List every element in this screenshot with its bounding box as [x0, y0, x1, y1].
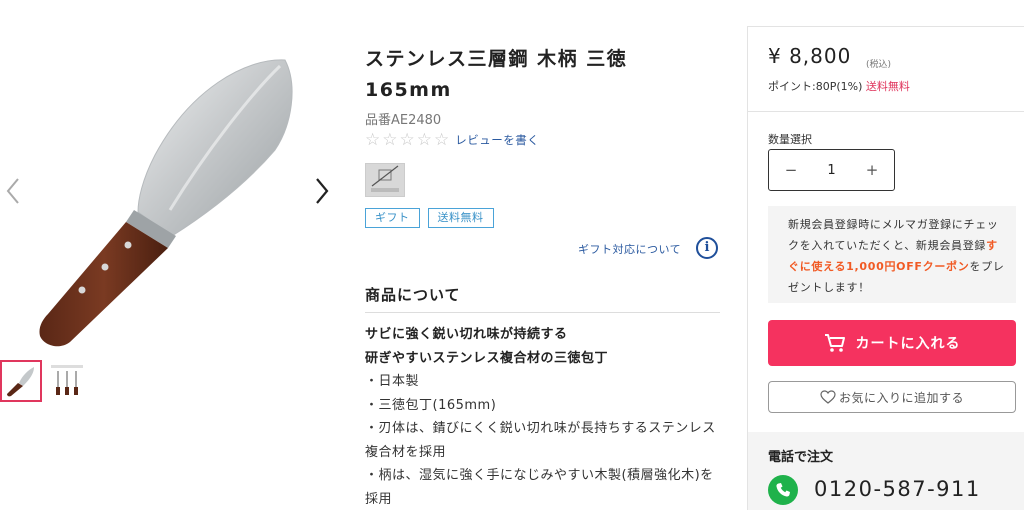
description-lead: 研ぎやすいステンレス複合材の三徳包丁 — [365, 350, 609, 366]
points-info: ポイント:80P(1%) 送料無料 — [768, 78, 910, 94]
product-description: サビに強く鋭い切れ味が持続する 研ぎやすいステンレス複合材の三徳包丁 ・日本製 … — [365, 323, 720, 510]
chevron-right-icon[interactable] — [310, 176, 334, 206]
minus-icon[interactable]: − — [783, 161, 799, 179]
heart-icon — [820, 390, 836, 404]
star-empty-icon: ☆ — [382, 130, 398, 150]
shipping-free-text: 送料無料 — [865, 80, 910, 93]
product-sku: 品番AE2480 — [365, 113, 442, 128]
plus-icon[interactable]: + — [864, 161, 880, 179]
thumbnail-strip — [0, 360, 88, 402]
no-dishwasher-icon — [365, 163, 405, 197]
product-title: ステンレス三層鋼 木柄 三徳165mm — [365, 48, 628, 101]
thumbnail-knife[interactable] — [0, 360, 42, 402]
favorite-button-label: お気に入りに追加する — [838, 390, 964, 405]
quantity-stepper: − + — [768, 149, 895, 191]
gift-badge: ギフト — [365, 208, 420, 228]
cart-icon — [824, 334, 845, 352]
product-badges: ギフト 送料無料 — [365, 208, 494, 228]
star-empty-icon: ☆ — [416, 130, 432, 150]
phone-number[interactable]: 0120-587-911 — [814, 477, 981, 501]
write-review-link[interactable]: レビューを書く — [455, 132, 539, 148]
chevron-left-icon[interactable] — [2, 176, 26, 206]
quantity-label: 数量選択 — [768, 133, 812, 146]
info-icon[interactable]: i — [696, 237, 718, 259]
description-bullet: ・三徳包丁(165mm) — [365, 397, 497, 413]
gift-info-link[interactable]: ギフト対応について — [578, 241, 681, 257]
star-empty-icon: ☆ — [365, 130, 381, 150]
product-main-image — [30, 50, 320, 350]
description-bullet: ・柄は、湿気に強く手になじみやすい木製(積層強化木)を採用 — [365, 468, 714, 507]
phone-order-box: 電話で注文 0120-587-911 — [748, 432, 1024, 510]
tax-note: (税込) — [866, 60, 892, 70]
thumbnail-detail[interactable] — [46, 360, 88, 402]
add-to-cart-button[interactable]: カートに入れる — [768, 320, 1016, 366]
price: ¥ 8,800 — [768, 44, 852, 68]
star-empty-icon: ☆ — [434, 130, 450, 150]
member-promo: 新規会員登録時にメルマガ登録にチェックを入れていただくと、新規会員登録すぐに使え… — [768, 206, 1016, 303]
description-bullet: ・刃体は、錆びにくく鋭い切れ味が長持ちするステンレス複合材を採用 — [365, 421, 716, 460]
phone-order-label: 電話で注文 — [768, 450, 834, 465]
points-text: ポイント:80P(1%) — [768, 80, 863, 93]
promo-text: 新規会員登録時にメルマガ登録にチェックを入れていただくと、新規会員登録 — [788, 218, 999, 252]
rating-stars: ☆ ☆ ☆ ☆ ☆ レビューを書く — [365, 131, 539, 149]
free-shipping-badge: 送料無料 — [427, 208, 494, 228]
quantity-input[interactable] — [811, 162, 852, 178]
phone-icon — [768, 475, 798, 505]
divider — [748, 111, 1024, 112]
cart-button-label: カートに入れる — [855, 336, 961, 352]
description-lead: サビに強く鋭い切れ味が持続する — [365, 327, 568, 342]
star-empty-icon: ☆ — [399, 130, 415, 150]
about-heading: 商品について — [365, 286, 461, 304]
add-to-favorites-button[interactable]: お気に入りに追加する — [768, 381, 1016, 413]
purchase-panel: ¥ 8,800 (税込) ポイント:80P(1%) 送料無料 数量選択 − + … — [747, 26, 1024, 510]
description-bullet: ・日本製 — [365, 374, 420, 389]
divider — [365, 312, 720, 313]
product-gallery — [0, 0, 345, 510]
